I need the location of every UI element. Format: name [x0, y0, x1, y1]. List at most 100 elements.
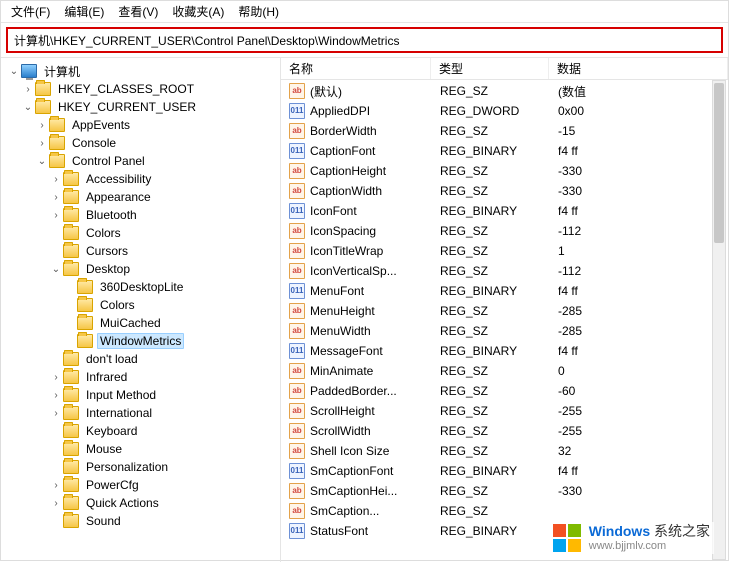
- string-value-icon: ab: [289, 303, 305, 319]
- tree-input-method[interactable]: › Input Method: [1, 386, 280, 404]
- value-row[interactable]: abMinAnimateREG_SZ0: [281, 361, 728, 381]
- value-row[interactable]: abMenuHeightREG_SZ-285: [281, 301, 728, 321]
- vertical-scrollbar[interactable]: [712, 80, 726, 560]
- menu-file[interactable]: 文件(F): [11, 3, 50, 20]
- folder-icon: [63, 262, 79, 276]
- tree-keyboard[interactable]: · Keyboard: [1, 422, 280, 440]
- binary-value-icon: 011: [289, 523, 305, 539]
- tree-desktop-colors[interactable]: · Colors: [1, 296, 280, 314]
- string-value-icon: ab: [289, 183, 305, 199]
- value-data: 0: [550, 364, 728, 378]
- binary-value-icon: 011: [289, 103, 305, 119]
- tree-mouse[interactable]: · Mouse: [1, 440, 280, 458]
- value-data: f4 ff: [550, 344, 728, 358]
- folder-icon: [77, 298, 93, 312]
- folder-icon: [49, 154, 65, 168]
- tree-quick-actions[interactable]: › Quick Actions: [1, 494, 280, 512]
- value-type: REG_SZ: [432, 264, 550, 278]
- column-header-name[interactable]: 名称: [281, 58, 431, 79]
- string-value-icon: ab: [289, 223, 305, 239]
- tree-pane: ⌄ 计算机 › HKEY_CLASSES_ROOT ⌄ HKEY_CURRENT…: [1, 58, 281, 562]
- tree-desktop[interactable]: ⌄ Desktop: [1, 260, 280, 278]
- tree-colors[interactable]: · Colors: [1, 224, 280, 242]
- value-data: 1: [550, 244, 728, 258]
- value-type: REG_SZ: [432, 224, 550, 238]
- value-data: f4 ff: [550, 144, 728, 158]
- tree-root[interactable]: ⌄ 计算机: [1, 62, 280, 80]
- value-data: 0x00: [550, 104, 728, 118]
- string-value-icon: ab: [289, 443, 305, 459]
- tree-international[interactable]: › International: [1, 404, 280, 422]
- value-row[interactable]: abSmCaption...REG_SZ: [281, 501, 728, 521]
- folder-icon: [63, 190, 79, 204]
- column-header-data[interactable]: 数据: [549, 58, 728, 79]
- value-type: REG_SZ: [432, 384, 550, 398]
- scrollbar-thumb[interactable]: [714, 83, 724, 243]
- folder-icon: [63, 424, 79, 438]
- list-pane: 名称 类型 数据 ab(默认)REG_SZ(数值011AppliedDPIREG…: [281, 58, 728, 562]
- folder-icon: [35, 100, 51, 114]
- value-row[interactable]: 011AppliedDPIREG_DWORD0x00: [281, 101, 728, 121]
- value-row[interactable]: abScrollHeightREG_SZ-255: [281, 401, 728, 421]
- value-name: MinAnimate: [310, 364, 432, 378]
- tree-cursors[interactable]: · Cursors: [1, 242, 280, 260]
- tree-hkcr[interactable]: › HKEY_CLASSES_ROOT: [1, 80, 280, 98]
- value-row[interactable]: abIconVerticalSp...REG_SZ-112: [281, 261, 728, 281]
- menu-help[interactable]: 帮助(H): [238, 3, 279, 20]
- value-row[interactable]: abShell Icon SizeREG_SZ32: [281, 441, 728, 461]
- value-name: SmCaptionHei...: [310, 484, 432, 498]
- tree-hkcu[interactable]: ⌄ HKEY_CURRENT_USER: [1, 98, 280, 116]
- value-data: -112: [550, 224, 728, 238]
- tree-control-panel[interactable]: ⌄ Control Panel: [1, 152, 280, 170]
- value-row[interactable]: 011MessageFontREG_BINARYf4 ff: [281, 341, 728, 361]
- value-row[interactable]: abMenuWidthREG_SZ-285: [281, 321, 728, 341]
- value-row[interactable]: abBorderWidthREG_SZ-15: [281, 121, 728, 141]
- string-value-icon: ab: [289, 83, 305, 99]
- value-name: PaddedBorder...: [310, 384, 432, 398]
- value-type: REG_SZ: [432, 504, 550, 518]
- value-type: REG_SZ: [432, 364, 550, 378]
- value-name: SmCaption...: [310, 504, 432, 518]
- tree-360desktoplite[interactable]: · 360DesktopLite: [1, 278, 280, 296]
- value-row[interactable]: abSmCaptionHei...REG_SZ-330: [281, 481, 728, 501]
- value-row[interactable]: 011SmCaptionFontREG_BINARYf4 ff: [281, 461, 728, 481]
- tree-windowmetrics[interactable]: · WindowMetrics: [1, 332, 280, 350]
- value-row[interactable]: abPaddedBorder...REG_SZ-60: [281, 381, 728, 401]
- folder-icon: [63, 172, 79, 186]
- folder-icon: [63, 208, 79, 222]
- tree-accessibility[interactable]: › Accessibility: [1, 170, 280, 188]
- tree-powercfg[interactable]: › PowerCfg: [1, 476, 280, 494]
- menu-edit[interactable]: 编辑(E): [64, 3, 104, 20]
- value-row[interactable]: abScrollWidthREG_SZ-255: [281, 421, 728, 441]
- value-row[interactable]: abIconSpacingREG_SZ-112: [281, 221, 728, 241]
- tree-appearance[interactable]: › Appearance: [1, 188, 280, 206]
- tree-sound[interactable]: · Sound: [1, 512, 280, 530]
- tree-muicached[interactable]: · MuiCached: [1, 314, 280, 332]
- column-headers: 名称 类型 数据: [281, 58, 728, 80]
- value-row[interactable]: abCaptionHeightREG_SZ-330: [281, 161, 728, 181]
- tree-console[interactable]: › Console: [1, 134, 280, 152]
- value-type: REG_SZ: [432, 404, 550, 418]
- column-header-type[interactable]: 类型: [431, 58, 549, 79]
- value-row[interactable]: abCaptionWidthREG_SZ-330: [281, 181, 728, 201]
- value-row[interactable]: ab(默认)REG_SZ(数值: [281, 81, 728, 101]
- folder-icon: [63, 352, 79, 366]
- tree-infrared[interactable]: › Infrared: [1, 368, 280, 386]
- address-bar[interactable]: 计算机\HKEY_CURRENT_USER\Control Panel\Desk…: [6, 27, 723, 53]
- tree-appevents[interactable]: › AppEvents: [1, 116, 280, 134]
- value-row[interactable]: 011IconFontREG_BINARYf4 ff: [281, 201, 728, 221]
- value-name: CaptionFont: [310, 144, 432, 158]
- tree-bluetooth[interactable]: › Bluetooth: [1, 206, 280, 224]
- value-row[interactable]: 011CaptionFontREG_BINARYf4 ff: [281, 141, 728, 161]
- computer-icon: [21, 64, 37, 78]
- tree-dont-load[interactable]: · don't load: [1, 350, 280, 368]
- value-row[interactable]: 011MenuFontREG_BINARYf4 ff: [281, 281, 728, 301]
- menu-view[interactable]: 查看(V): [118, 3, 158, 20]
- folder-icon: [49, 118, 65, 132]
- tree-personalization[interactable]: · Personalization: [1, 458, 280, 476]
- menu-favorites[interactable]: 收藏夹(A): [172, 3, 224, 20]
- folder-icon: [63, 460, 79, 474]
- value-row[interactable]: abIconTitleWrapREG_SZ1: [281, 241, 728, 261]
- value-type: REG_SZ: [432, 444, 550, 458]
- folder-icon: [77, 280, 93, 294]
